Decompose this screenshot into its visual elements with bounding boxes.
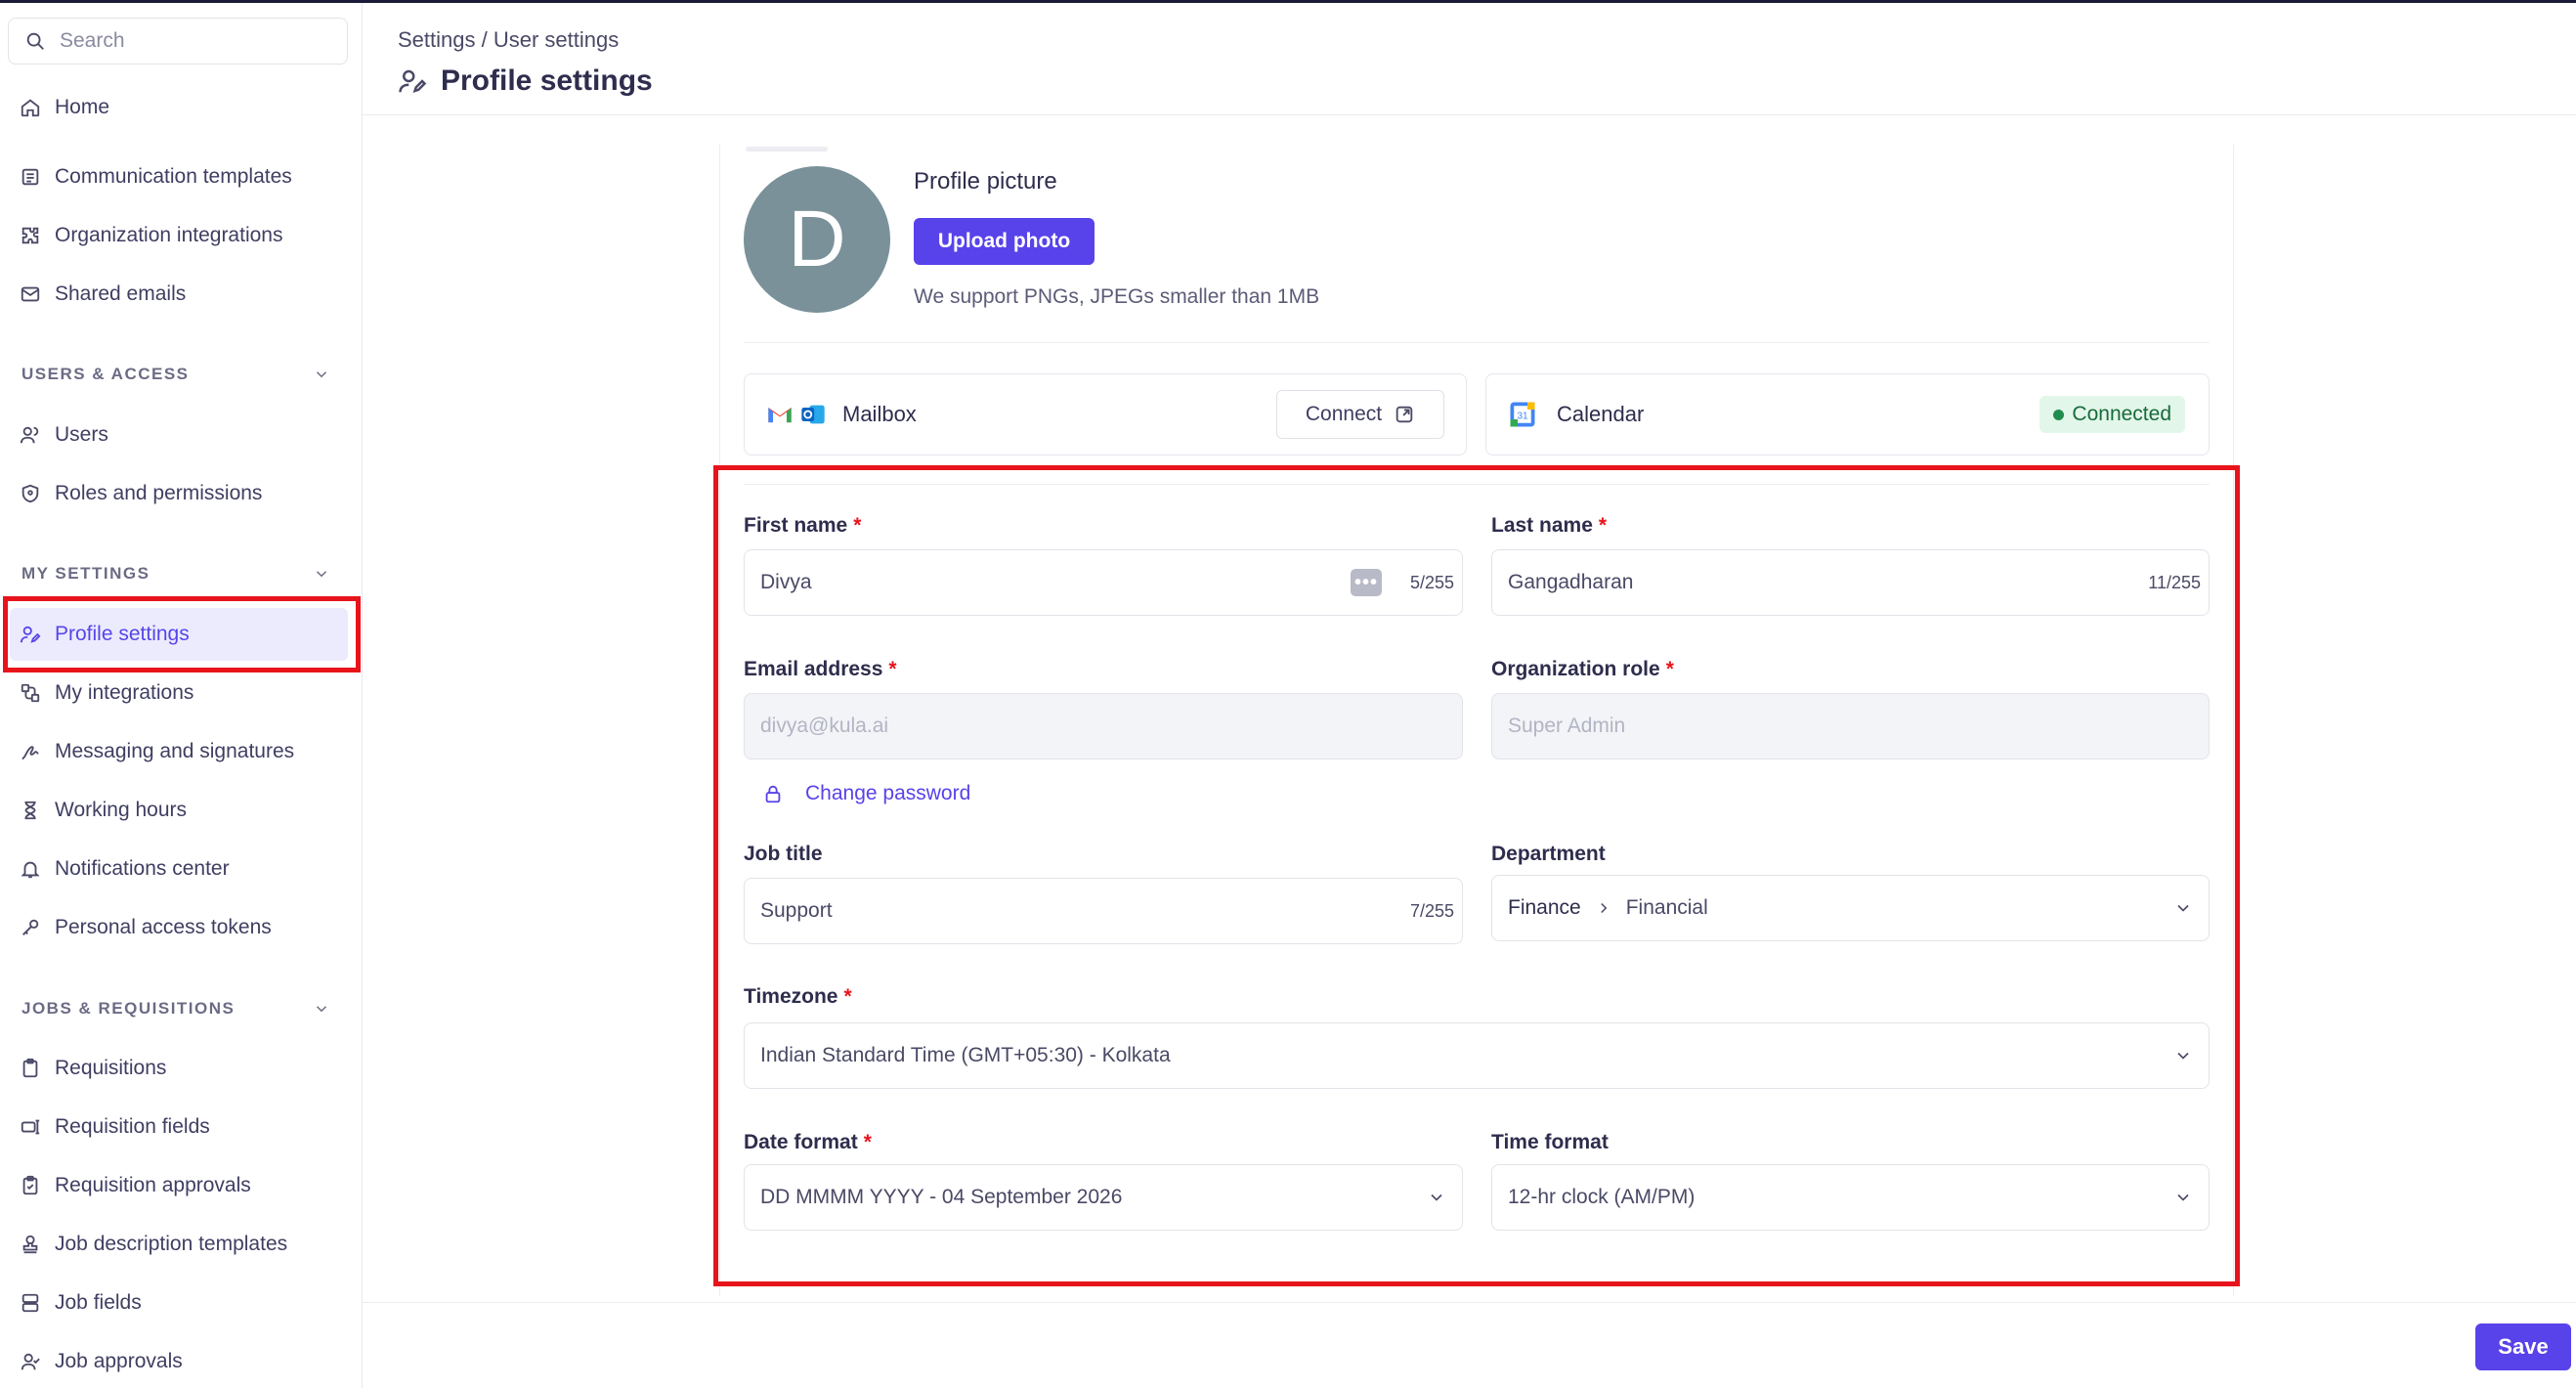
- sidebar-item-label: Communication templates: [55, 165, 292, 188]
- sidebar-item-working-hours[interactable]: Working hours: [20, 791, 187, 830]
- connect-label: Connect: [1305, 403, 1383, 425]
- calendar-icon-text: 31: [1517, 411, 1528, 421]
- gmail-icon: [768, 408, 792, 423]
- sidebar-item-shared-emails[interactable]: Shared emails: [20, 275, 186, 314]
- status-badge: Connected: [2039, 396, 2185, 433]
- sidebar-item-label: Personal access tokens: [55, 916, 272, 938]
- chevron-down-icon: [316, 371, 327, 378]
- sidebar-item-job-fields[interactable]: Job fields: [20, 1283, 142, 1323]
- sidebar-item-label: Notifications center: [55, 857, 230, 880]
- divider: [744, 342, 2210, 343]
- highlight-box-profile-settings: [3, 596, 361, 672]
- key-icon: [22, 919, 39, 935]
- sidebar-item-organization-integrations[interactable]: Organization integrations: [20, 216, 282, 255]
- upload-photo-button[interactable]: Upload photo: [914, 218, 1095, 265]
- search-placeholder: Search: [60, 29, 125, 52]
- section-title: USERS & ACCESS: [21, 365, 190, 383]
- header-divider: [363, 114, 2576, 115]
- calendar-label: Calendar: [1557, 402, 1645, 426]
- google-calendar-icon: 31: [1510, 402, 1535, 427]
- sidebar-item-label: Working hours: [55, 799, 188, 821]
- user-edit-icon: [399, 69, 427, 93]
- mailbox-integration-card: Mailbox Connect: [744, 373, 1467, 455]
- integrations-icon: [21, 683, 40, 703]
- clipboard-icon: [22, 1058, 38, 1078]
- footer-divider: [363, 1302, 2576, 1303]
- sidebar-item-requisitions[interactable]: Requisitions: [20, 1049, 166, 1088]
- scroll-handle: [746, 147, 828, 152]
- sidebar-item-home[interactable]: Home: [20, 88, 109, 127]
- sidebar-item-roles-permissions[interactable]: Roles and permissions: [20, 474, 262, 513]
- sidebar-item-notifications-center[interactable]: Notifications center: [20, 849, 230, 889]
- sidebar-item-requisition-approvals[interactable]: Requisition approvals: [20, 1166, 251, 1205]
- highlight-box-form: [713, 465, 2240, 1286]
- sidebar-item-label: Roles and permissions: [55, 482, 263, 504]
- sidebar-item-users[interactable]: Users: [20, 415, 108, 455]
- outlook-icon: [801, 405, 825, 424]
- status-dot: [2053, 409, 2065, 420]
- sidebar-item-label: Users: [55, 423, 108, 446]
- top-bar: [0, 0, 2576, 3]
- chevron-down-icon: [316, 571, 327, 578]
- search-icon: [26, 32, 44, 50]
- sidebar-item-label: Job description templates: [55, 1233, 288, 1255]
- sidebar-item-label: Shared emails: [55, 282, 187, 305]
- user-check-icon: [21, 1353, 40, 1370]
- sidebar-item-label: Requisition fields: [55, 1115, 210, 1138]
- sidebar-item-job-approvals[interactable]: Job approvals: [20, 1342, 183, 1381]
- sidebar-item-label: Requisition approvals: [55, 1174, 251, 1196]
- sidebar: Search Home Communication templates Orga…: [0, 3, 363, 1388]
- sidebar-item-label: Organization integrations: [55, 224, 283, 246]
- sidebar-item-label: Requisitions: [55, 1057, 167, 1079]
- bell-icon: [21, 861, 40, 879]
- section-jobs-requisitions[interactable]: JOBS & REQUISITIONS: [21, 999, 330, 1019]
- sidebar-item-job-description-templates[interactable]: Job description templates: [20, 1225, 287, 1264]
- mail-icon: [21, 286, 40, 302]
- calendar-integration-card: 31 Calendar Connected: [1485, 373, 2210, 455]
- search-input[interactable]: Search: [8, 18, 348, 65]
- mailbox-label: Mailbox: [842, 402, 917, 426]
- sidebar-item-label: Home: [55, 96, 110, 118]
- breadcrumb[interactable]: Settings / User settings: [398, 27, 619, 53]
- external-link-icon: [1395, 406, 1413, 423]
- section-my-settings[interactable]: MY SETTINGS: [21, 564, 330, 584]
- signature-icon: [21, 746, 39, 760]
- field-icon: [21, 1119, 40, 1135]
- section-users-access[interactable]: USERS & ACCESS: [21, 365, 330, 384]
- users-icon: [20, 426, 39, 444]
- section-title: JOBS & REQUISITIONS: [21, 999, 236, 1018]
- home-icon: [21, 99, 40, 117]
- status-text: Connected: [2072, 403, 2171, 425]
- profile-picture-title: Profile picture: [914, 168, 1057, 195]
- sidebar-item-my-integrations[interactable]: My integrations: [20, 673, 193, 713]
- section-title: MY SETTINGS: [21, 564, 150, 583]
- upload-hint: We support PNGs, JPEGs smaller than 1MB: [914, 285, 1320, 308]
- sidebar-item-personal-access-tokens[interactable]: Personal access tokens: [20, 908, 272, 947]
- page-title: Profile settings: [398, 65, 653, 98]
- clipboard-check-icon: [22, 1175, 38, 1195]
- page-title-text: Profile settings: [441, 65, 653, 97]
- sidebar-item-messaging-signatures[interactable]: Messaging and signatures: [20, 732, 294, 771]
- mailbox-connect-button[interactable]: Connect: [1276, 390, 1444, 439]
- sidebar-item-label: My integrations: [55, 681, 194, 704]
- avatar: D: [744, 166, 890, 313]
- chevron-down-icon: [316, 1006, 327, 1013]
- save-button[interactable]: Save: [2475, 1323, 2571, 1370]
- stamp-icon: [22, 1235, 38, 1254]
- job-field-icon: [21, 1293, 39, 1313]
- sidebar-item-label: Messaging and signatures: [55, 740, 295, 762]
- hourglass-icon: [24, 801, 36, 820]
- template-icon: [21, 168, 39, 186]
- sidebar-item-requisition-fields[interactable]: Requisition fields: [20, 1107, 210, 1147]
- shield-icon: [21, 484, 39, 503]
- sidebar-item-communication-templates[interactable]: Communication templates: [20, 157, 292, 196]
- sidebar-item-label: Job approvals: [55, 1350, 183, 1372]
- sidebar-item-label: Job fields: [55, 1291, 142, 1314]
- puzzle-icon: [21, 227, 39, 244]
